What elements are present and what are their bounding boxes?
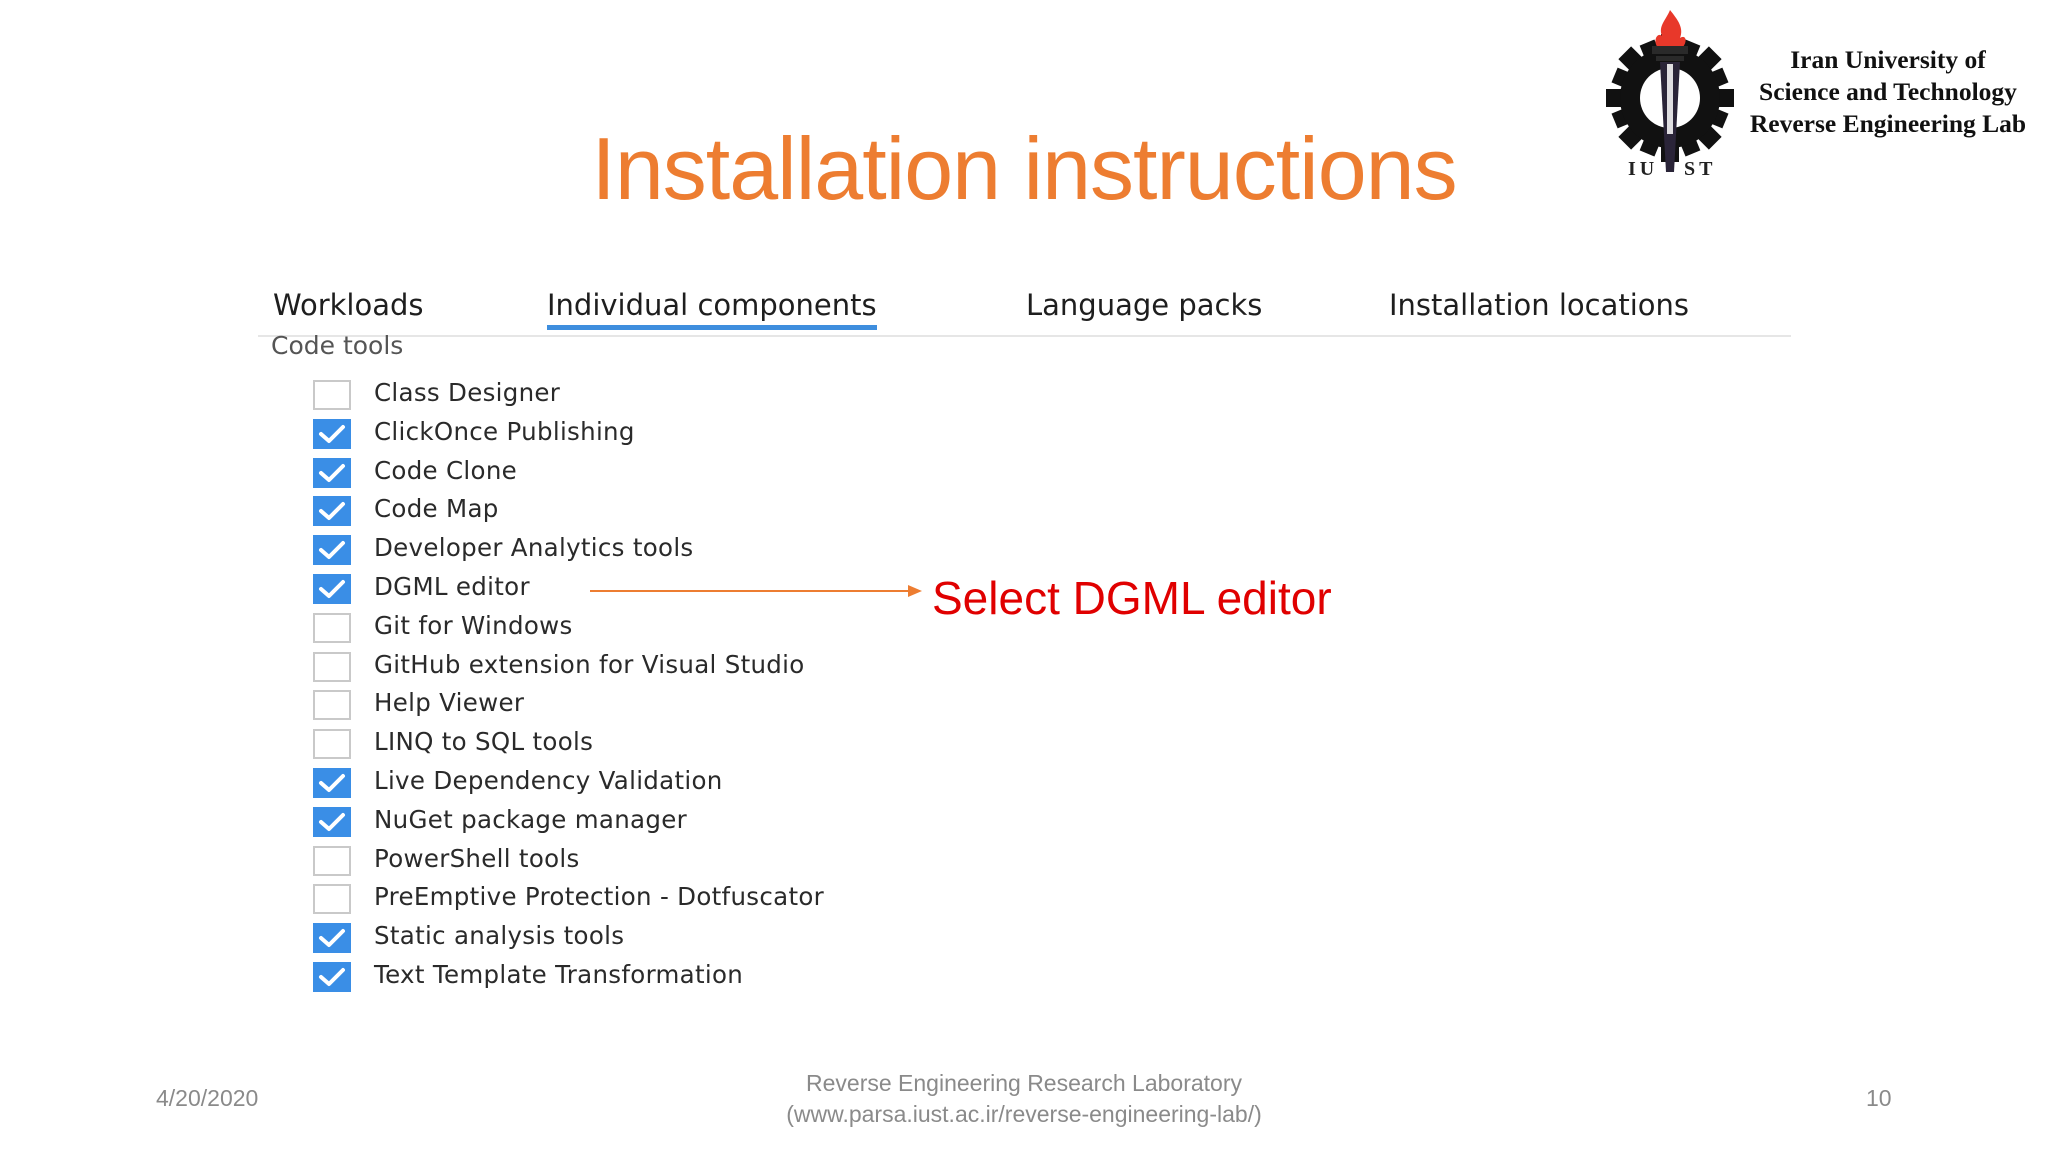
- checkbox-unchecked[interactable]: [313, 729, 351, 760]
- annotation-text: Select DGML editor: [932, 572, 1332, 624]
- component-item[interactable]: Git for Windows: [313, 610, 1013, 651]
- component-label: ClickOnce Publishing: [374, 416, 635, 446]
- component-label: DGML editor: [374, 572, 530, 601]
- component-label: Help Viewer: [374, 688, 525, 718]
- checkbox-checked[interactable]: [313, 806, 351, 837]
- checkbox-checked[interactable]: [313, 457, 351, 488]
- checkbox-checked[interactable]: [313, 574, 351, 604]
- checkmark-icon: [319, 580, 345, 598]
- checkbox-unchecked[interactable]: [313, 651, 351, 682]
- component-item[interactable]: PowerShell tools: [313, 843, 1013, 884]
- installer-tabs: Workloads Individual components Language…: [258, 288, 1791, 336]
- component-item[interactable]: PreEmptive Protection - Dotfuscator: [313, 882, 1013, 922]
- component-item[interactable]: GitHub extension for Visual Studio: [313, 649, 1013, 690]
- checkbox-checked[interactable]: [313, 535, 351, 566]
- checkmark-icon: [319, 424, 345, 443]
- component-label: Code Map: [374, 494, 499, 524]
- checkmark-icon: [319, 812, 345, 831]
- logo-line-3: Reverse Engineering Lab: [1749, 109, 2027, 138]
- component-label: Git for Windows: [374, 610, 573, 640]
- component-label: Code Clone: [374, 455, 518, 485]
- component-item[interactable]: Static analysis tools: [313, 921, 1013, 961]
- checkmark-icon: [319, 463, 345, 482]
- component-label: Live Dependency Validation: [374, 766, 723, 795]
- checkbox-unchecked[interactable]: [313, 380, 351, 410]
- component-label: LINQ to SQL tools: [374, 727, 594, 757]
- component-item[interactable]: NuGet package manager: [313, 804, 1013, 845]
- component-item[interactable]: Help Viewer: [313, 688, 1013, 728]
- checkbox-checked[interactable]: [313, 923, 351, 954]
- gear-torch-icon: [1606, 10, 1734, 172]
- iust-logo: Iran University of Science and Technolog…: [1600, 2, 2046, 188]
- checkbox-unchecked[interactable]: [313, 884, 351, 915]
- logo-mark-right: ST: [1684, 158, 1717, 180]
- checkbox-checked[interactable]: [313, 962, 351, 992]
- component-item[interactable]: ClickOnce Publishing: [313, 416, 1013, 457]
- component-label: PreEmptive Protection - Dotfuscator: [374, 882, 825, 912]
- logo-line-2: Science and Technology: [1759, 77, 2017, 106]
- tab-individual-components[interactable]: Individual components: [547, 288, 877, 330]
- component-item[interactable]: Code Clone: [313, 455, 1013, 496]
- component-item[interactable]: Code Map: [313, 494, 1013, 534]
- checkbox-checked[interactable]: [313, 768, 351, 798]
- checkmark-icon: [319, 774, 345, 792]
- logo-text: Iran University of Science and Technolog…: [1732, 44, 2044, 140]
- component-item[interactable]: Class Designer: [313, 378, 1013, 418]
- checkmark-icon: [319, 929, 345, 948]
- logo-mark-left: IU: [1628, 158, 1659, 180]
- tab-workloads[interactable]: Workloads: [273, 288, 424, 322]
- footer-lab-url: (www.parsa.iust.ac.ir/reverse-engineerin…: [786, 1101, 1262, 1127]
- footer-lab-name: Reverse Engineering Research Laboratory: [806, 1070, 1242, 1096]
- checkbox-unchecked[interactable]: [313, 690, 351, 721]
- tab-installation-locations[interactable]: Installation locations: [1389, 288, 1689, 322]
- component-label: NuGet package manager: [374, 804, 687, 834]
- tab-language-packs[interactable]: Language packs: [1026, 288, 1262, 322]
- component-label: Text Template Transformation: [374, 960, 744, 989]
- checkbox-unchecked[interactable]: [313, 845, 351, 876]
- component-item[interactable]: Text Template Transformation: [313, 960, 1013, 1000]
- component-label: Developer Analytics tools: [374, 533, 694, 563]
- component-label: GitHub extension for Visual Studio: [374, 649, 805, 679]
- component-label: PowerShell tools: [374, 843, 580, 873]
- checkbox-checked[interactable]: [313, 496, 351, 527]
- checkbox-unchecked[interactable]: [313, 612, 351, 643]
- component-label: Class Designer: [374, 378, 561, 407]
- checkbox-checked[interactable]: [313, 418, 351, 449]
- checkmark-icon: [319, 541, 345, 560]
- component-item[interactable]: Live Dependency Validation: [313, 766, 1013, 806]
- section-heading-code-tools: Code tools: [271, 331, 404, 360]
- logo-line-1: Iran University of: [1790, 45, 1986, 74]
- annotation-arrow: [590, 585, 922, 597]
- footer-page-number: 10: [1866, 1085, 1892, 1111]
- component-item[interactable]: Developer Analytics tools: [313, 533, 1013, 573]
- component-label: Static analysis tools: [374, 921, 625, 951]
- component-item[interactable]: LINQ to SQL tools: [313, 727, 1013, 767]
- checkmark-icon: [319, 968, 345, 986]
- checkmark-icon: [319, 502, 345, 521]
